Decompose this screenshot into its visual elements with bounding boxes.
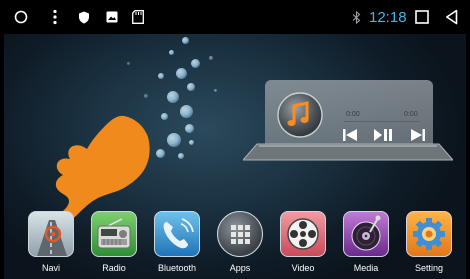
dock-label-video: Video bbox=[291, 263, 315, 273]
dock-label-radio: Radio bbox=[102, 263, 126, 273]
elapsed-time: 0:00 bbox=[346, 111, 360, 118]
film-reel-icon bbox=[280, 211, 326, 257]
dock-item-apps[interactable]: Apps bbox=[216, 211, 264, 273]
dock-item-bluetooth[interactable]: Bluetooth bbox=[153, 211, 201, 273]
shield-icon bbox=[79, 11, 89, 24]
previous-icon[interactable] bbox=[342, 128, 358, 142]
home-circle-icon[interactable] bbox=[14, 10, 28, 24]
total-time: 0:00 bbox=[404, 111, 418, 118]
image-icon bbox=[106, 11, 118, 23]
dock-item-video[interactable]: Video bbox=[279, 211, 327, 273]
apps-grid-icon bbox=[217, 211, 263, 257]
gear-icon bbox=[406, 211, 452, 257]
dock-item-media[interactable]: Media bbox=[342, 211, 390, 273]
bluetooth-icon bbox=[352, 11, 361, 24]
dock-item-radio[interactable]: Radio bbox=[90, 211, 138, 273]
music-widget-base bbox=[243, 143, 453, 161]
back-icon[interactable] bbox=[445, 9, 458, 25]
navigation-icon bbox=[28, 211, 74, 257]
dock-label-bluetooth: Bluetooth bbox=[157, 263, 197, 273]
status-bar: 12:18 bbox=[0, 0, 470, 34]
sd-card-icon bbox=[132, 10, 144, 24]
next-icon[interactable] bbox=[410, 128, 426, 142]
play-pause-icon[interactable] bbox=[373, 128, 393, 142]
dock-label-navi: Navi bbox=[41, 263, 60, 273]
dock-label-media: Media bbox=[353, 263, 379, 273]
overflow-menu-icon[interactable] bbox=[51, 9, 59, 25]
music-widget[interactable]: 0:00 0:00 bbox=[243, 80, 453, 161]
music-note-icon[interactable] bbox=[276, 91, 324, 139]
media-disc-icon bbox=[343, 211, 389, 257]
dock-item-navi[interactable]: Navi bbox=[27, 211, 75, 273]
dock-label-setting: Setting bbox=[414, 263, 444, 273]
dock-label-apps: Apps bbox=[229, 263, 251, 273]
radio-icon bbox=[91, 211, 137, 257]
progress-track[interactable] bbox=[344, 121, 420, 122]
clock: 12:18 bbox=[369, 9, 407, 26]
bluetooth-phone-icon bbox=[154, 211, 200, 257]
home-screen: 12:18 0:00 0:00 Navi Radio Bluetooth App… bbox=[0, 0, 470, 279]
recent-apps-icon[interactable] bbox=[415, 10, 429, 24]
dock-item-setting[interactable]: Setting bbox=[405, 211, 453, 273]
